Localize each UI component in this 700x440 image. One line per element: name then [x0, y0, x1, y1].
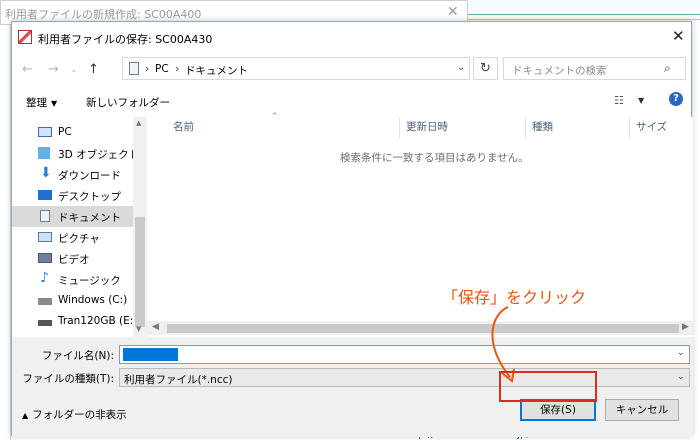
filename-label: ファイル名(N):: [41, 350, 114, 362]
nav-item-label: 3D オブジェクト: [58, 149, 140, 161]
nav-item-label: ダウンロード: [58, 170, 121, 182]
chevron-down-icon[interactable]: ⌄: [677, 348, 685, 358]
forward-arrow-icon[interactable]: →: [48, 62, 59, 77]
background-right-strip: [692, 25, 700, 440]
breadcrumb-chevron-icon[interactable]: ›: [175, 62, 179, 75]
nav-item-label: Tran120GB (E:): [58, 315, 138, 327]
horizontal-scrollbar[interactable]: ◀ ▶: [147, 321, 693, 335]
chevron-down-icon[interactable]: ⌄: [457, 62, 465, 73]
column-header-name[interactable]: 名前: [167, 117, 400, 139]
chevron-down-icon[interactable]: ⌄: [677, 372, 685, 382]
nav-item-downloads[interactable]: ⬇ ダウンロード: [12, 164, 133, 185]
scrollbar-thumb[interactable]: [135, 217, 145, 327]
desktop-icon: [38, 190, 52, 200]
breadcrumb-documents[interactable]: ドキュメント: [185, 63, 248, 78]
dialog-title: 利用者ファイルの保存: SC00A430: [38, 33, 213, 46]
background-close-icon[interactable]: ✕: [447, 4, 459, 20]
breadcrumb-chevron-icon[interactable]: ›: [145, 62, 149, 75]
hide-folders-toggle[interactable]: ▲ フォルダーの非表示: [22, 407, 127, 422]
app-icon: [18, 30, 32, 44]
background-panel: [468, 0, 700, 20]
filename-field[interactable]: ⌄: [119, 345, 690, 364]
search-box[interactable]: ドキュメントの検索 ⌕: [503, 57, 686, 80]
file-list[interactable]: ⌃ 名前 更新日時 種類 サイズ 検索条件に一致する項目はありません。 ◀ ▶: [147, 112, 693, 337]
chevron-up-icon: ▲: [22, 411, 29, 420]
dialog-titlebar[interactable]: 利用者ファイルの保存: SC00A430 ✕: [12, 22, 691, 52]
column-header-size[interactable]: サイズ: [630, 117, 693, 139]
nav-item-label: デスクトップ: [58, 191, 121, 203]
document-icon: [40, 210, 50, 222]
pc-icon: [38, 127, 52, 137]
view-options-icon[interactable]: ☷: [614, 94, 624, 107]
search-input[interactable]: ドキュメントの検索: [512, 63, 607, 78]
nav-item-music[interactable]: ♪ ミュージック: [12, 269, 133, 290]
filetype-label: ファイルの種類(T):: [22, 373, 114, 385]
new-folder-button[interactable]: 新しいフォルダー: [86, 95, 170, 110]
recent-chevron-icon[interactable]: ⌄: [70, 65, 78, 75]
nav-item-label: Windows (C:): [58, 294, 128, 306]
close-icon[interactable]: ✕: [672, 27, 685, 45]
nav-item-label: PC: [58, 126, 72, 138]
drive-icon: [38, 320, 52, 326]
nav-item-pictures[interactable]: ピクチャ: [12, 227, 133, 248]
save-button[interactable]: 保存(S): [520, 399, 596, 421]
nav-item-videos[interactable]: ビデオ: [12, 248, 133, 269]
background-window-title: 利用者ファイルの新規作成: SC00A400: [5, 8, 202, 21]
hide-folders-label: フォルダーの非表示: [32, 409, 127, 421]
nav-item-desktop[interactable]: デスクトップ: [12, 185, 133, 206]
document-folder-icon: [129, 62, 139, 75]
drive-icon: [38, 298, 52, 305]
up-arrow-icon[interactable]: ↑: [88, 62, 99, 77]
address-bar[interactable]: › PC › ドキュメント ⌄: [122, 57, 470, 80]
scroll-left-icon[interactable]: ◀: [152, 322, 159, 332]
download-icon: ⬇: [40, 165, 52, 181]
column-header-type[interactable]: 種類: [526, 117, 630, 139]
cancel-button[interactable]: キャンセル: [605, 399, 679, 421]
nav-item-label: ドキュメント: [58, 212, 121, 224]
nav-item-documents[interactable]: ドキュメント: [12, 206, 133, 227]
nav-item-tran120gb-e[interactable]: Tran120GB (E:): [12, 311, 137, 332]
filename-selection[interactable]: [123, 348, 178, 361]
cube-icon: [38, 147, 50, 159]
nav-item-3d-objects[interactable]: 3D オブジェクト: [12, 143, 139, 164]
refresh-button[interactable]: ↻: [473, 57, 498, 80]
scroll-up-icon[interactable]: ▲: [136, 119, 141, 127]
organize-button[interactable]: 整理 ▼: [26, 95, 57, 110]
search-icon[interactable]: ⌕: [664, 61, 671, 76]
organize-label: 整理: [26, 97, 47, 109]
video-icon: [38, 253, 52, 263]
caret-down-icon[interactable]: ▼: [638, 96, 644, 105]
help-icon[interactable]: ?: [669, 92, 683, 106]
scroll-right-icon[interactable]: ▶: [682, 322, 689, 332]
filetype-select[interactable]: 利用者ファイル(*.ncc) ⌄: [119, 368, 690, 387]
nav-item-windows-c[interactable]: Windows (C:): [12, 290, 133, 311]
breadcrumb-pc[interactable]: PC: [155, 63, 169, 75]
nav-item-label: ピクチャ: [58, 233, 100, 245]
navigation-pane: PC 3D オブジェクト ⬇ ダウンロード デスクトップ ドキュメント ピクチャ…: [12, 117, 147, 337]
picture-icon: [38, 232, 52, 242]
empty-message: 検索条件に一致する項目はありません。: [340, 152, 529, 164]
caret-down-icon: ▼: [51, 99, 58, 108]
background-divider: [468, 14, 700, 15]
scrollbar-thumb[interactable]: [167, 324, 679, 333]
back-arrow-icon[interactable]: ←: [22, 62, 33, 77]
music-icon: ♪: [40, 270, 49, 286]
nav-pane-scrollbar[interactable]: ▲ ▼: [133, 117, 147, 337]
background-left-strip: [0, 25, 11, 440]
column-header-modified[interactable]: 更新日時: [400, 117, 526, 139]
save-button-highlight: [499, 371, 597, 402]
nav-item-pc[interactable]: PC: [12, 122, 133, 143]
filetype-value: 利用者ファイル(*.ncc): [124, 374, 233, 386]
nav-item-label: ミュージック: [58, 275, 121, 287]
nav-item-label: ビデオ: [58, 254, 90, 266]
refresh-icon: ↻: [480, 61, 491, 76]
scroll-down-icon[interactable]: ▼: [136, 325, 141, 333]
